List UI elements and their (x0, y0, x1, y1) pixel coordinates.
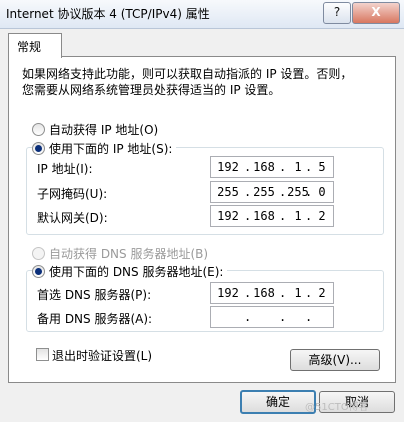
default-gateway-field[interactable]: 192 . 168 . 1 . 2 (210, 205, 334, 227)
octet: 192 (217, 286, 239, 300)
advanced-button[interactable]: 高级(V)... (290, 349, 380, 371)
radio-circle-selected (32, 142, 45, 155)
octet-separator: . (279, 160, 287, 174)
close-button[interactable]: X (352, 2, 400, 24)
tab-general[interactable]: 常规 (8, 33, 62, 58)
radio-circle (32, 123, 45, 136)
subnet-mask-field[interactable]: 255 . 255 . 255 . 0 (210, 181, 334, 203)
validate-checkbox[interactable] (36, 348, 49, 361)
octet: 255 (217, 185, 239, 199)
octet-separator: . (244, 185, 252, 199)
radio-circle-selected (32, 265, 45, 278)
octet: 192 (217, 160, 239, 174)
octet-separator: . (279, 209, 287, 223)
default-gateway-label: 默认网关(D): (37, 211, 108, 225)
octet-separator: . (305, 310, 313, 324)
dns-auto-label: 自动获得 DNS 服务器地址(B) (49, 247, 209, 261)
ip-address-label: IP 地址(I): (37, 162, 93, 176)
octet-separator: . (244, 286, 252, 300)
octet: 255 (253, 185, 275, 199)
octet: 168 (253, 209, 275, 223)
alternate-dns-field[interactable]: . . . (210, 306, 334, 328)
description-text: 如果网络支持此功能，则可以获取自动指派的 IP 设置。否则， 您需要从网络系统管… (22, 67, 353, 97)
title-bar: Internet 协议版本 4 (TCP/IPv4) 属性 ? X (0, 0, 404, 29)
tab-general-label: 常规 (17, 40, 42, 54)
window-title: Internet 协议版本 4 (TCP/IPv4) 属性 (6, 7, 210, 21)
radio-circle-disabled (32, 247, 45, 260)
dns-manual-radio[interactable]: 使用下面的 DNS 服务器地址(E): (32, 263, 228, 280)
dns-auto-radio[interactable]: 自动获得 DNS 服务器地址(B) (32, 245, 213, 262)
ip-manual-radio[interactable]: 使用下面的 IP 地址(S): (32, 140, 177, 157)
watermark: @51CTO博客 (305, 402, 369, 413)
octet-separator: . (279, 310, 287, 324)
octet-separator: . (244, 209, 252, 223)
ip-address-field[interactable]: 192 . 168 . 1 . 5 (210, 156, 334, 178)
octet: 192 (217, 209, 239, 223)
octet: 2 (318, 286, 326, 300)
octet: 168 (253, 160, 275, 174)
alternate-dns-label: 备用 DNS 服务器(A): (37, 312, 153, 326)
octet: 2 (318, 209, 326, 223)
octet-separator: . (279, 286, 287, 300)
preferred-dns-label: 首选 DNS 服务器(P): (37, 288, 152, 302)
octet-separator: . (279, 185, 287, 199)
subnet-mask-label: 子网掩码(U): (37, 187, 108, 201)
ip-auto-label: 自动获得 IP 地址(O) (49, 123, 159, 137)
octet-separator: . (244, 310, 252, 324)
octet-separator: . (244, 160, 252, 174)
ip-manual-label: 使用下面的 IP 地址(S): (49, 142, 173, 156)
help-button[interactable]: ? (323, 2, 351, 24)
octet: 5 (318, 160, 326, 174)
dns-manual-label: 使用下面的 DNS 服务器地址(E): (49, 265, 224, 279)
ip-auto-radio[interactable]: 自动获得 IP 地址(O) (32, 121, 163, 138)
validate-checkbox-label[interactable]: 退出时验证设置(L) (52, 347, 152, 364)
octet: 0 (318, 185, 326, 199)
preferred-dns-field[interactable]: 192 . 168 . 1 . 2 (210, 282, 334, 304)
octet: 168 (253, 286, 275, 300)
